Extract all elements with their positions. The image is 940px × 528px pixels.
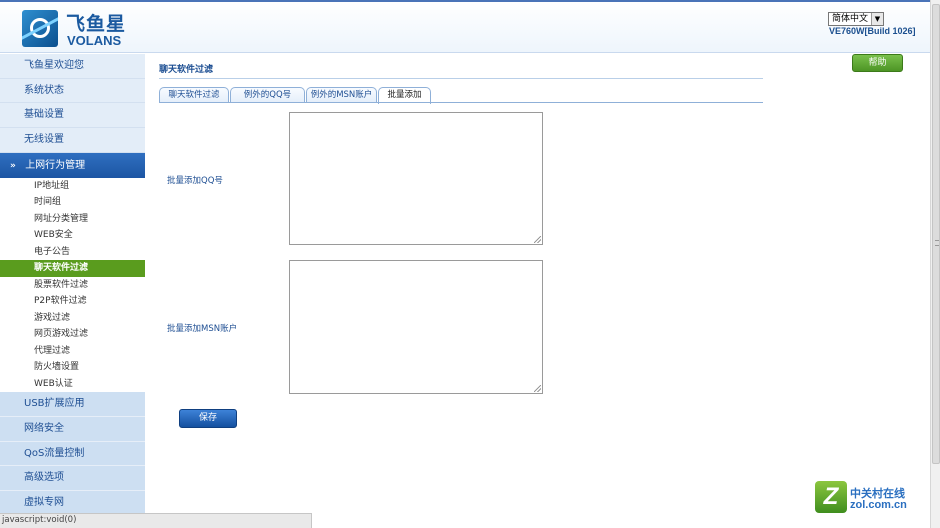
sidebar-subitem-9[interactable]: 网页游戏过滤 [0,326,145,343]
sidebar-item-3[interactable]: 无线设置 [0,128,145,153]
sidebar-subitem-10[interactable]: 代理过滤 [0,343,145,360]
browser-status-bar: javascript:void(0) [0,513,312,528]
sidebar-top-group: 飞鱼星欢迎您 系统状态 基础设置 无线设置 [0,54,145,153]
sidebar-item-bottom-0[interactable]: USB扩展应用 [0,392,145,417]
tab-exception-msn[interactable]: 例外的MSN账户 [306,87,377,103]
sidebar-section-label: 上网行为管理 [25,159,86,171]
qq-batch-textarea[interactable] [289,112,543,245]
volans-logo[interactable]: 飞鱼星 VOLANS [22,10,132,48]
double-chevron-down-icon: » [10,160,16,171]
language-select-value: 简体中文 [832,14,869,24]
sidebar-subitem-4[interactable]: 电子公告 [0,244,145,261]
sidebar-item-1[interactable]: 系统状态 [0,79,145,104]
title-divider [159,78,763,79]
sidebar-subitem-1[interactable]: 时间组 [0,194,145,211]
sidebar-subitem-11[interactable]: 防火墙设置 [0,359,145,376]
help-button[interactable]: 帮助 [852,54,903,72]
sidebar: 飞鱼星欢迎您 系统状态 基础设置 无线设置 » 上网行为管理 IP地址组 时间组 网址分类… [0,54,145,528]
firmware-build: VE760W[Build 1026] [829,26,916,36]
sidebar-subitem-6[interactable]: 股票软件过滤 [0,277,145,294]
sidebar-subitem-7[interactable]: P2P软件过滤 [0,293,145,310]
qq-batch-label: 批量添加QQ号 [167,176,223,186]
chevron-down-icon[interactable]: ▼ [871,13,883,25]
logo-cn-text: 飞鱼星 [66,13,127,35]
watermark-en: zol.com.cn [850,499,907,511]
sidebar-item-2[interactable]: 基础设置 [0,103,145,129]
sidebar-subitem-0[interactable]: IP地址组 [0,178,145,195]
language-select[interactable]: 简体中文 ▼ [828,12,884,26]
sidebar-submenu: IP地址组 时间组 网址分类管理 WEB安全 电子公告 聊天软件过滤 股票软件过滤 P2P软件… [0,177,145,393]
sidebar-subitem-12[interactable]: WEB认证 [0,376,145,393]
sidebar-item-bottom-2[interactable]: QoS流量控制 [0,441,145,467]
zol-logo-icon: Z [815,481,847,513]
sidebar-item-0[interactable]: 飞鱼星欢迎您 [0,54,145,79]
sidebar-section-behavior[interactable]: » 上网行为管理 [0,152,145,178]
sidebar-subitem-5[interactable]: 聊天软件过滤 [0,260,145,277]
router-admin-page: 飞鱼星 VOLANS 简体中文 ▼ VE760W[Build 1026] 飞鱼星… [0,0,940,528]
sidebar-subitem-8[interactable]: 游戏过滤 [0,310,145,327]
sidebar-subitem-2[interactable]: 网址分类管理 [0,211,145,228]
resize-grip-icon[interactable] [534,385,541,392]
tab-chat-filter[interactable]: 聊天软件过滤 [159,87,229,103]
tab-divider [159,102,763,103]
page-title: 聊天软件过滤 [159,65,214,75]
save-button[interactable]: 保存 [179,409,237,428]
tab-exception-qq[interactable]: 例外的QQ号 [230,87,305,103]
sidebar-item-bottom-3[interactable]: 高级选项 [0,466,145,491]
sidebar-item-bottom-4[interactable]: 虚拟专网 [0,491,145,516]
sidebar-bottom-group: USB扩展应用 网络安全 QoS流量控制 高级选项 虚拟专网 [0,392,145,516]
sidebar-subitem-3[interactable]: WEB安全 [0,227,145,244]
scrollbar-thumb[interactable] [932,4,940,464]
msn-batch-textarea[interactable] [289,260,543,394]
msn-batch-label: 批量添加MSN账户 [167,324,238,334]
sidebar-item-bottom-1[interactable]: 网络安全 [0,416,145,442]
header: 飞鱼星 VOLANS 简体中文 ▼ VE760W[Build 1026] [0,0,930,53]
volans-logo-icon [22,10,58,47]
zol-watermark: Z 中关村在线 zol.com.cn [815,480,930,516]
resize-grip-icon[interactable] [534,236,541,243]
vertical-scrollbar[interactable] [930,0,940,528]
logo-en-text: VOLANS [67,33,122,48]
